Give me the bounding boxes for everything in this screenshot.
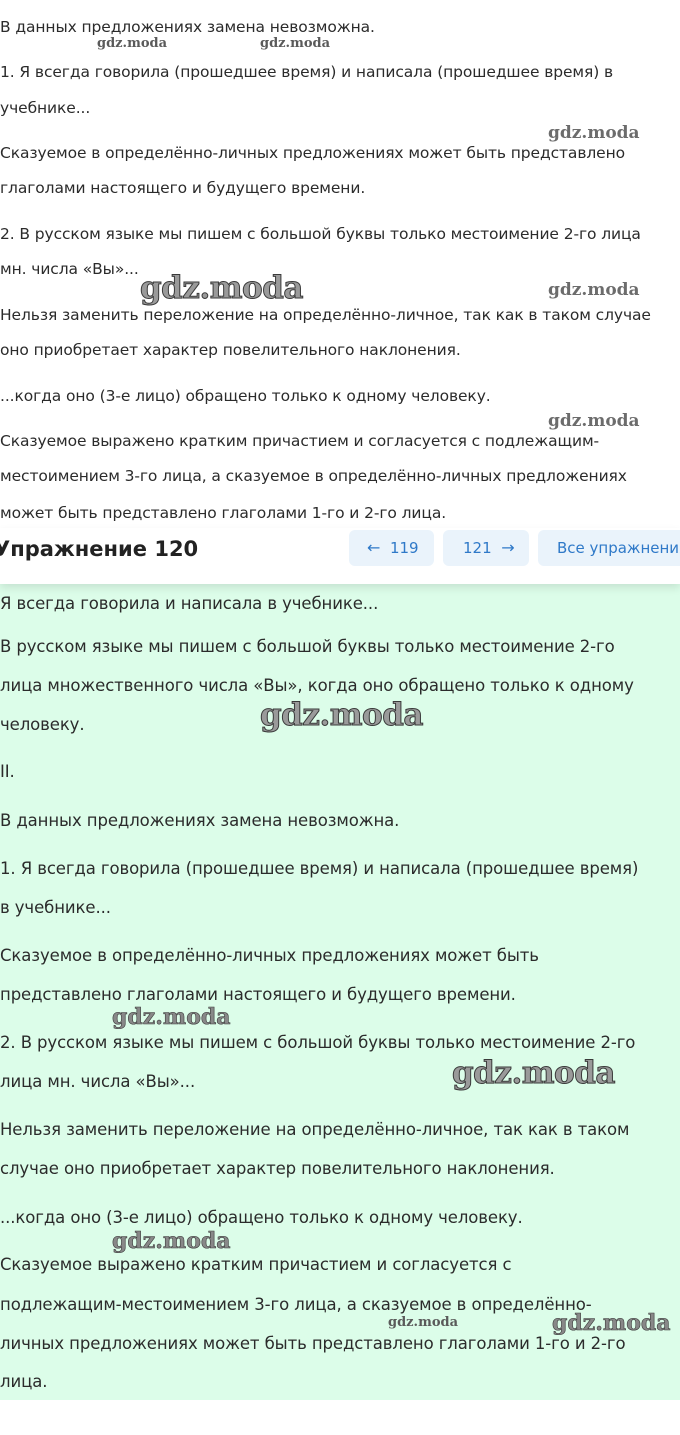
prev-exercise-button[interactable]: ← 119 xyxy=(349,530,434,566)
solution-line: Сказуемое выражено кратким причастием и … xyxy=(0,1255,512,1274)
solution-line: оно приобретает характер повелительного … xyxy=(0,341,461,359)
solution-line: мн. числа «Вы»... xyxy=(0,260,139,278)
solution-line: Сказуемое в определённо-личных предложен… xyxy=(0,144,626,162)
solution-line: учебнике... xyxy=(0,99,91,117)
all-exercises-button[interactable]: Все упражнения xyxy=(538,530,680,566)
solution-text-top: В данных предложениях замена невозможна.… xyxy=(0,0,680,530)
solution-line: 2. В русском языке мы пишем с большой бу… xyxy=(0,225,641,243)
prev-exercise-label: 119 xyxy=(389,539,419,557)
solution-line: человеку. xyxy=(0,715,85,734)
solution-line: представлено глаголами настоящего и буду… xyxy=(0,985,516,1004)
solution-line: Сказуемое выражено кратким причастием и … xyxy=(0,432,600,450)
exercise-title: Упражнение 120 xyxy=(0,537,199,561)
arrow-left-icon: ← xyxy=(367,538,381,557)
exercise-navbar: Упражнение 120 ← 119 121 → Все упражнени… xyxy=(0,528,680,584)
next-exercise-button[interactable]: 121 → xyxy=(443,530,529,566)
solution-line: 2. В русском языке мы пишем с большой бу… xyxy=(0,1033,636,1052)
all-exercises-label: Все упражнения xyxy=(557,539,680,557)
solution-line: Я всегда говорила и написала в учебнике.… xyxy=(0,594,379,613)
solution-line: лица множественного числа «Вы», когда он… xyxy=(0,676,634,695)
solution-line: в учебнике... xyxy=(0,898,111,917)
solution-line: II. xyxy=(0,762,15,781)
solution-line: лица. xyxy=(0,1372,48,1391)
solution-line: Нельзя заменить переложение на определён… xyxy=(0,1120,630,1139)
solution-line: глаголами настоящего и будущего времени. xyxy=(0,179,366,197)
solution-line: ...когда оно (3-е лицо) обращено только … xyxy=(0,1208,523,1227)
solution-line: случае оно приобретает характер повелите… xyxy=(0,1159,555,1178)
solution-line: личных предложениях может быть представл… xyxy=(0,1334,626,1353)
solution-text-green: Я всегда говорила и написала в учебнике.… xyxy=(0,584,680,1400)
solution-line: 1. Я всегда говорила (прошедшее время) и… xyxy=(0,63,614,81)
solution-line: подлежащим-местоимением 3-го лица, а ска… xyxy=(0,1295,592,1314)
solution-line: лица мн. числа «Вы»... xyxy=(0,1072,196,1091)
solution-line: Нельзя заменить переложение на определён… xyxy=(0,306,651,324)
solution-line: В данных предложениях замена невозможна. xyxy=(0,18,375,36)
solution-line: В русском языке мы пишем с большой буквы… xyxy=(0,637,615,656)
solution-line: Сказуемое в определённо-личных предложен… xyxy=(0,946,539,965)
solution-line: ...когда оно (3-е лицо) обращено только … xyxy=(0,387,491,405)
solution-line: местоимением 3-го лица, а сказуемое в оп… xyxy=(0,467,627,485)
page: В данных предложениях замена невозможна.… xyxy=(0,0,680,1435)
next-exercise-label: 121 xyxy=(463,539,492,557)
arrow-right-icon: → xyxy=(501,538,515,557)
solution-line: В данных предложениях замена невозможна. xyxy=(0,811,400,830)
solution-line: 1. Я всегда говорила (прошедшее время) и… xyxy=(0,859,639,878)
